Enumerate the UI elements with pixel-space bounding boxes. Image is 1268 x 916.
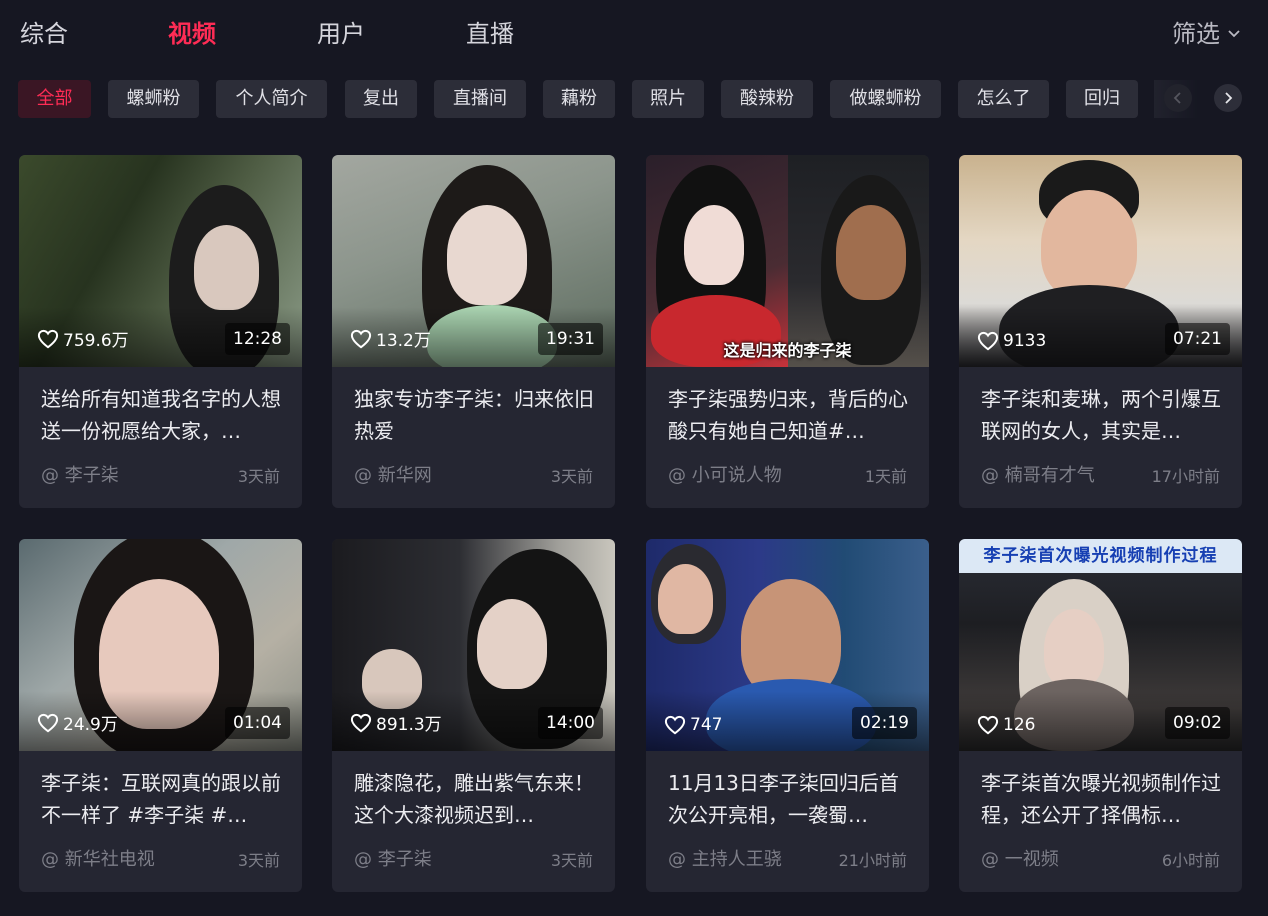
video-title[interactable]: 李子柒强势归来，背后的心酸只有她自己知道#… xyxy=(668,383,908,447)
video-thumbnail[interactable]: 891.3万 14:00 xyxy=(332,539,615,751)
video-card[interactable]: 759.6万 12:28 送给所有知道我名字的人想送一份祝愿给大家，… @ 李子… xyxy=(19,155,302,508)
video-author[interactable]: @ 新华社电视 xyxy=(41,845,155,871)
chip-live-room[interactable]: 直播间 xyxy=(434,80,526,118)
video-author[interactable]: @ 小可说人物 xyxy=(668,461,782,487)
video-duration: 14:00 xyxy=(538,707,603,739)
video-time: 17小时前 xyxy=(1151,467,1220,486)
video-thumbnail[interactable]: 747 02:19 xyxy=(646,539,929,751)
video-thumbnail[interactable]: 9133 07:21 xyxy=(959,155,1242,367)
video-duration: 12:28 xyxy=(225,323,290,355)
filter-button[interactable]: 筛选 xyxy=(1172,16,1240,52)
video-thumbnail[interactable]: 759.6万 12:28 xyxy=(19,155,302,367)
video-card[interactable]: 24.9万 01:04 李子柒：互联网真的跟以前不一样了 #李子柒 #… @ 新… xyxy=(19,539,302,892)
like-count: 24.9万 xyxy=(37,710,118,735)
video-title[interactable]: 11月13日李子柒回归后首次公开亮相，一袭蜀… xyxy=(668,767,908,831)
video-duration: 01:04 xyxy=(225,707,290,739)
like-count-text: 9133 xyxy=(1003,331,1047,351)
video-title[interactable]: 李子柒和麦琳，两个引爆互联网的女人，其实是… xyxy=(981,383,1221,447)
like-count-text: 24.9万 xyxy=(63,715,118,735)
chip-profile[interactable]: 个人简介 xyxy=(216,80,327,118)
chip-suanlafen[interactable]: 酸辣粉 xyxy=(721,80,813,118)
search-tabs: 综合 视频 用户 直播 筛选 xyxy=(0,0,1268,70)
tab-all[interactable]: 综合 xyxy=(20,16,68,52)
chip-oufen[interactable]: 藕粉 xyxy=(543,80,615,118)
video-duration: 19:31 xyxy=(538,323,603,355)
like-count: 759.6万 xyxy=(37,326,129,351)
chip-make-luosifen[interactable]: 做螺蛳粉 xyxy=(830,80,941,118)
video-time: 6小时前 xyxy=(1161,851,1220,870)
video-time: 3天前 xyxy=(550,851,593,870)
like-count: 747 xyxy=(664,715,722,735)
chevron-down-icon xyxy=(1228,16,1240,52)
video-author[interactable]: @ 主持人王骁 xyxy=(668,845,782,871)
chip-comeback[interactable]: 复出 xyxy=(345,80,417,118)
video-time: 3天前 xyxy=(237,467,280,486)
video-card[interactable]: 李子柒首次曝光视频制作过程 126 09:02 李子柒首次曝光视频制作过程，还公… xyxy=(959,539,1242,892)
heart-icon xyxy=(977,715,999,735)
like-count: 13.2万 xyxy=(350,326,431,351)
chip-photos[interactable]: 照片 xyxy=(632,80,704,118)
like-count-text: 126 xyxy=(1003,715,1036,735)
video-title[interactable]: 送给所有知道我名字的人想送一份祝愿给大家，… xyxy=(41,383,281,447)
video-author[interactable]: @ 楠哥有才气 xyxy=(981,461,1095,487)
chip-all[interactable]: 全部 xyxy=(18,80,91,118)
video-title[interactable]: 独家专访李子柒：归来依旧热爱 xyxy=(354,383,594,447)
chip-what-happened[interactable]: 怎么了 xyxy=(958,80,1049,118)
like-count-text: 891.3万 xyxy=(376,715,442,735)
like-count: 9133 xyxy=(977,331,1046,351)
video-title[interactable]: 李子柒首次曝光视频制作过程，还公开了择偶标… xyxy=(981,767,1221,831)
video-title[interactable]: 李子柒：互联网真的跟以前不一样了 #李子柒 #… xyxy=(41,767,281,831)
like-count: 891.3万 xyxy=(350,710,442,735)
video-banner-text: 李子柒首次曝光视频制作过程 xyxy=(959,539,1242,573)
video-time: 21小时前 xyxy=(838,851,907,870)
video-time: 3天前 xyxy=(550,467,593,486)
chip-return[interactable]: 回归 xyxy=(1066,80,1138,118)
video-thumbnail[interactable]: 24.9万 01:04 xyxy=(19,539,302,751)
video-duration: 02:19 xyxy=(852,707,917,739)
tab-user[interactable]: 用户 xyxy=(317,16,365,52)
heart-icon xyxy=(37,329,59,348)
video-author[interactable]: @ 李子柒 xyxy=(354,845,432,871)
heart-icon xyxy=(350,713,372,732)
tab-live[interactable]: 直播 xyxy=(466,16,514,52)
heart-icon xyxy=(37,713,59,732)
video-author[interactable]: @ 新华网 xyxy=(354,461,432,487)
chip-luosifen[interactable]: 螺蛳粉 xyxy=(108,80,199,118)
video-duration: 07:21 xyxy=(1165,323,1230,355)
heart-icon xyxy=(350,329,372,348)
video-card[interactable]: 9133 07:21 李子柒和麦琳，两个引爆互联网的女人，其实是… @ 楠哥有才… xyxy=(959,155,1242,508)
like-count-text: 747 xyxy=(690,715,723,735)
heart-icon xyxy=(977,331,999,351)
like-count-text: 13.2万 xyxy=(376,331,431,351)
video-thumbnail[interactable]: 李子柒首次曝光视频制作过程 126 09:02 xyxy=(959,539,1242,751)
video-card[interactable]: 747 02:19 11月13日李子柒回归后首次公开亮相，一袭蜀… @ 主持人王… xyxy=(646,539,929,892)
video-time: 1天前 xyxy=(864,467,907,486)
video-title[interactable]: 雕漆隐花，雕出紫气东来！ 这个大漆视频迟到… xyxy=(354,767,594,831)
video-thumbnail[interactable]: 这是归来的李子柒 xyxy=(646,155,929,367)
keyword-chips: 全部 螺蛳粉 个人简介 复出 直播间 藕粉 照片 酸辣粉 做螺蛳粉 怎么了 回归 xyxy=(18,80,1250,118)
heart-icon xyxy=(664,715,686,735)
chevron-right-icon[interactable] xyxy=(1214,84,1242,112)
tab-video[interactable]: 视频 xyxy=(168,16,216,52)
filter-label: 筛选 xyxy=(1172,20,1220,48)
like-count-text: 759.6万 xyxy=(63,331,129,351)
video-card[interactable]: 891.3万 14:00 雕漆隐花，雕出紫气东来！ 这个大漆视频迟到… @ 李子… xyxy=(332,539,615,892)
video-time: 3天前 xyxy=(237,851,280,870)
video-author[interactable]: @ 李子柒 xyxy=(41,461,119,487)
video-card[interactable]: 这是归来的李子柒 李子柒强势归来，背后的心酸只有她自己知道#… @ 小可说人物 … xyxy=(646,155,929,508)
like-count: 126 xyxy=(977,715,1035,735)
video-author[interactable]: @ 一视频 xyxy=(981,845,1059,871)
video-thumbnail[interactable]: 13.2万 19:31 xyxy=(332,155,615,367)
chevron-left-icon[interactable] xyxy=(1164,84,1192,112)
video-duration: 09:02 xyxy=(1165,707,1230,739)
video-caption-overlay: 这是归来的李子柒 xyxy=(723,341,852,360)
video-card[interactable]: 13.2万 19:31 独家专访李子柒：归来依旧热爱 @ 新华网 3天前 xyxy=(332,155,615,508)
